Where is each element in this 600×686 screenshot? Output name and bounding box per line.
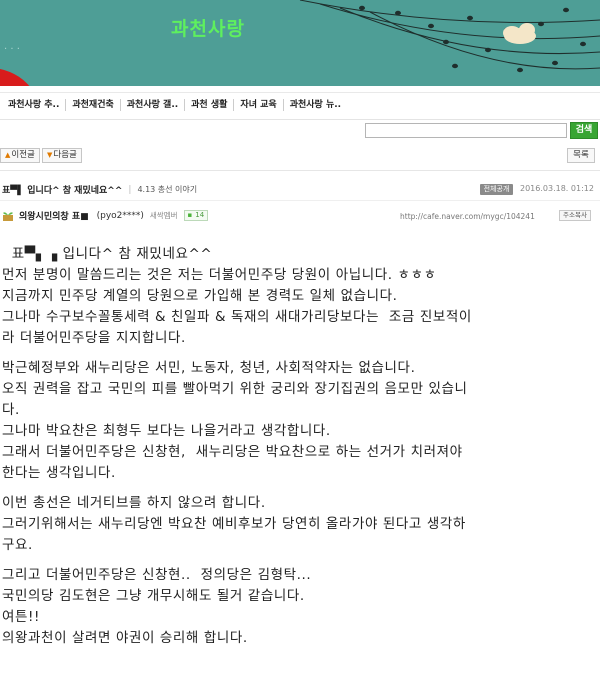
bird-notes-icon bbox=[359, 5, 586, 73]
body-line: 의왕과천이 살려면 야권이 승리해 합니다. bbox=[2, 630, 248, 646]
banner-decoration bbox=[0, 0, 600, 86]
body-line: 오직 권력을 잡고 국민의 피를 빨아먹기 위한 궁리와 장기집권의 음모만 있… bbox=[2, 381, 468, 397]
search-button[interactable]: 검색 bbox=[570, 122, 598, 139]
body-line: 구요. bbox=[2, 537, 33, 553]
menu-item-life[interactable]: 과천 생활 bbox=[184, 99, 233, 111]
next-post-button[interactable]: ▼다음글 bbox=[42, 148, 82, 163]
menu-list: 과천사랑 추.. 과천재건축 과천사랑 갤.. 과천 생활 자녀 교육 과천사랑… bbox=[2, 99, 347, 111]
author-nickname[interactable]: 의왕시민의창 표■ bbox=[19, 209, 89, 222]
body-line: 그래서 더불어민주당은 신창현, 새누리당은 박요찬으로 하는 선거가 치러져야 bbox=[2, 444, 463, 460]
comment-count-badge[interactable]: ▪ 14 bbox=[183, 210, 209, 221]
up-arrow-icon: ▲ bbox=[5, 151, 11, 159]
menu-divider bbox=[0, 92, 600, 93]
menu-bar: 과천사랑 추.. 과천재건축 과천사랑 갤.. 과천 생활 자녀 교육 과천사랑… bbox=[0, 86, 600, 120]
body-line: 그리고 더불어민주당은 신창현.. 정의당은 김형탁... bbox=[2, 567, 312, 583]
sprout-icon bbox=[2, 210, 14, 222]
body-line: 한다는 생각입니다. bbox=[2, 465, 116, 481]
author-id: (pyo2****) bbox=[96, 210, 144, 221]
author-divider bbox=[0, 200, 600, 201]
menu-item-news[interactable]: 과천사랑 뉴.. bbox=[282, 99, 347, 111]
cafe-title[interactable]: 과천사랑 bbox=[171, 14, 245, 41]
body-line: 다. bbox=[2, 402, 20, 418]
body-line: 이번 총선은 네거티브를 하지 않으려 합니다. bbox=[2, 495, 266, 511]
body-line: 여튼!! bbox=[2, 609, 41, 625]
search-input[interactable] bbox=[365, 123, 567, 138]
comment-icon: ▪ bbox=[187, 211, 193, 219]
member-level: 새싹멤버 bbox=[149, 211, 178, 220]
post-header-divider bbox=[0, 170, 600, 171]
body-line: 그나마 수구보수꼴통세력 & 친일파 & 독재의 새대가리당보다는 조금 진보적… bbox=[2, 309, 472, 325]
body-line: 라 더불어민주당을 지지합니다. bbox=[2, 330, 186, 346]
banner-dots: · · · bbox=[4, 44, 20, 55]
body-line: 그나마 박요찬은 최형두 보다는 나을거라고 생각합니다. bbox=[2, 423, 331, 439]
body-line: 표▀▖▗ 입니다^ 참 재밌네요^^ bbox=[2, 246, 213, 262]
post-date: 2016.03.18. 01:12 bbox=[520, 184, 594, 193]
post-body: 표▀▖▗ 입니다^ 참 재밌네요^^ 먼저 분명이 말씀드리는 것은 저는 더불… bbox=[2, 244, 598, 649]
menu-item-education[interactable]: 자녀 교육 bbox=[233, 99, 282, 111]
down-arrow-icon: ▼ bbox=[47, 151, 53, 159]
body-line: 그러기위해서는 새누리당엔 박요찬 예비후보가 당연히 올라가야 된다고 생각하 bbox=[2, 516, 466, 532]
board-name-link[interactable]: 4.13 총선 이야기 bbox=[137, 184, 197, 195]
prev-post-button[interactable]: ▲이전글 bbox=[0, 148, 40, 163]
cloud-icon bbox=[503, 23, 536, 44]
body-line: 지금까지 민주당 계열의 당원으로 가입해 본 경력도 일체 없습니다. bbox=[2, 288, 398, 304]
prev-post-label: 이전글 bbox=[11, 150, 35, 160]
post-url-link[interactable]: http://cafe.naver.com/mygc/104241 bbox=[400, 212, 535, 221]
post-title-row: 표▀▌ 입니다^ 참 재밌네요^^ | 4.13 총선 이야기 bbox=[2, 183, 197, 197]
menu-item-gallery[interactable]: 과천사랑 갤.. bbox=[119, 99, 184, 111]
author-row: 의왕시민의창 표■ (pyo2****) 새싹멤버 ▪ 14 bbox=[2, 209, 209, 222]
copy-url-button[interactable]: 주소복사 bbox=[559, 210, 591, 221]
body-line: 먼저 분명이 말씀드리는 것은 저는 더불어민주당 당원이 아닙니다. ㅎㅎㅎ bbox=[2, 267, 437, 283]
public-status-badge: 전체공개 bbox=[480, 184, 513, 195]
next-post-label: 다음글 bbox=[53, 150, 77, 160]
title-separator: | bbox=[128, 184, 132, 195]
list-button[interactable]: 목록 bbox=[567, 148, 595, 163]
comment-count: 14 bbox=[195, 211, 205, 219]
red-circle-shape bbox=[0, 68, 30, 86]
cafe-banner: 과천사랑 · · · bbox=[0, 0, 600, 86]
post-title: 표▀▌ 입니다^ 참 재밌네요^^ bbox=[2, 186, 123, 196]
menu-item-reconstruction[interactable]: 과천재건축 bbox=[65, 99, 119, 111]
body-line: 박근혜정부와 새누리당은 서민, 노동자, 청년, 사회적약자는 없습니다. bbox=[2, 360, 416, 376]
menu-item-gwacheon-recommend[interactable]: 과천사랑 추.. bbox=[2, 99, 65, 111]
body-line: 국민의당 김도현은 그냥 개무시해도 될거 같습니다. bbox=[2, 588, 305, 604]
